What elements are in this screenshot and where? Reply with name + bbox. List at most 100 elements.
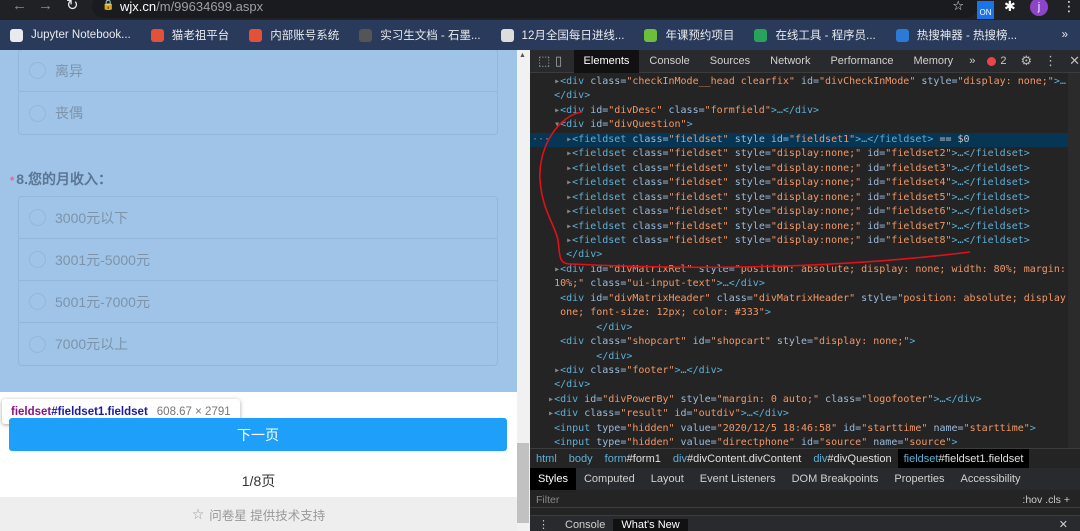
url-path: /m/99634699.aspx: [156, 0, 264, 14]
code-token: "logofooter": [861, 393, 934, 405]
radio-option[interactable]: 3001元-5000元: [19, 239, 497, 281]
bookmark-item[interactable]: 热搜神器 - 热搜榜...: [895, 27, 1018, 43]
breadcrumb-id: #fieldset1.fieldset: [938, 452, 1024, 465]
code-token: "starttime": [861, 422, 928, 434]
question-8-title: * 8.您的月收入：: [10, 169, 112, 189]
question-title-text: 8.您的月收入：: [16, 171, 112, 187]
code-token: <div: [554, 393, 585, 405]
radio-option[interactable]: 7000元以上: [19, 323, 497, 365]
tree-arrow-icon[interactable]: [530, 423, 554, 434]
code-token: </div>: [596, 350, 633, 362]
devtools-panel: ⬚ ▯ Elements Console Sources Network Perform…: [530, 49, 1080, 531]
subtab-computed[interactable]: Computed: [576, 468, 643, 490]
menu-kebab-icon[interactable]: ⋮: [1062, 0, 1076, 15]
drawer-close-icon[interactable]: ✕: [1051, 518, 1076, 531]
bookmarks-more-icon[interactable]: »: [1062, 29, 1068, 41]
tree-arrow-icon[interactable]: ▸: [530, 394, 554, 405]
breadcrumb-item[interactable]: div #divContent.divContent: [667, 449, 807, 469]
style-tools[interactable]: :hov .cls +: [1022, 490, 1070, 510]
breadcrumb-tag: body: [568, 452, 593, 465]
subtab-event-listeners[interactable]: Event Listeners: [692, 468, 784, 490]
code-token: id=: [837, 422, 862, 434]
radio-button[interactable]: [29, 209, 46, 226]
bookmark-item[interactable]: 内部账号系统: [249, 27, 339, 43]
next-page-button[interactable]: 下一页: [9, 418, 507, 451]
tree-arrow-icon[interactable]: ▸: [530, 365, 560, 376]
dom-node-line[interactable]: </div>: [530, 350, 1068, 365]
subtab-styles[interactable]: Styles: [530, 468, 576, 490]
tree-arrow-icon[interactable]: [530, 379, 554, 390]
star-icon: ☆: [191, 505, 205, 522]
profile-avatar[interactable]: j: [1030, 0, 1048, 16]
code-token: name=: [867, 437, 904, 448]
url-host: wjx.cn: [120, 0, 157, 14]
bookmark-item[interactable]: 年课预约项目: [644, 27, 734, 43]
extensions-puzzle-icon[interactable]: ✱: [1004, 0, 1016, 15]
bookmark-star-icon[interactable]: ☆: [952, 0, 964, 14]
drawer-menu-icon[interactable]: ⋮: [530, 518, 557, 531]
bookmark-favicon-icon: [895, 28, 909, 42]
radio-option[interactable]: 离异: [19, 50, 497, 92]
lock-icon: 🔒: [102, 0, 115, 11]
page-indicator: 1/8页: [241, 473, 276, 489]
breadcrumb-item[interactable]: html: [530, 449, 563, 469]
styles-pane-tabs: Styles Computed Layout Event Listeners DOM B…: [530, 468, 1080, 490]
breadcrumb-item[interactable]: div #divQuestion: [807, 449, 897, 469]
footer-text: 问卷星 提供技术支持: [209, 508, 326, 523]
bookmark-favicon-icon: [249, 28, 263, 42]
page-scrollbar-thumb[interactable]: [517, 443, 529, 523]
code-token: id=: [584, 393, 603, 405]
dom-node-line[interactable]: ▸<div class="result" id="outdiv">…</div>: [530, 407, 1068, 422]
code-token: "starttime": [963, 422, 1030, 434]
tree-arrow-icon[interactable]: [530, 437, 554, 448]
tree-arrow-icon[interactable]: ▸: [530, 408, 554, 419]
address-bar[interactable]: 🔒 wjx.cn/m/99634699.aspx ☆: [92, 0, 978, 18]
scroll-up-icon[interactable]: ▲: [519, 52, 526, 59]
bookmark-item[interactable]: Jupyter Notebook...: [10, 28, 131, 42]
styles-filter-input[interactable]: Filter:hov .cls +: [530, 490, 1080, 508]
bookmark-item[interactable]: 猫老祖平台: [150, 27, 229, 43]
breadcrumb-tag: div: [672, 452, 687, 465]
dom-node-line[interactable]: <input type="hidden" value="2020/12/5 18…: [530, 422, 1068, 437]
tree-arrow-icon[interactable]: [530, 351, 596, 362]
drawer-tab-what-s-new[interactable]: What's New: [613, 519, 688, 531]
subtab-dom-breakpoints[interactable]: DOM Breakpoints: [784, 468, 887, 490]
back-icon[interactable]: ←: [12, 0, 27, 14]
dom-node-line[interactable]: <input type="hidden" value="directphone"…: [530, 436, 1068, 448]
subtab-properties[interactable]: Properties: [886, 468, 952, 490]
code-token: "outdiv": [692, 408, 741, 420]
radio-option[interactable]: 丧偶: [19, 92, 497, 134]
radio-button[interactable]: [29, 293, 46, 310]
radio-button[interactable]: [29, 104, 46, 122]
subtab-layout[interactable]: Layout: [643, 468, 692, 490]
extension-on-badge[interactable]: ON: [977, 1, 994, 19]
dom-node-line[interactable]: ▸<div class="footer">…</div>: [530, 364, 1068, 379]
code-token: <div: [554, 408, 585, 420]
bookmark-item[interactable]: 实习生文档 - 石墨...: [359, 27, 481, 43]
tooltip-size: 608.67 × 2791: [156, 405, 231, 418]
reload-icon[interactable]: ↻: [66, 0, 79, 14]
code-token: "divPowerBy": [602, 393, 675, 405]
radio-option[interactable]: 3000元以下: [19, 197, 497, 239]
radio-option[interactable]: 5001元-7000元: [19, 281, 497, 323]
radio-button[interactable]: [29, 62, 46, 79]
radio-button[interactable]: [29, 335, 46, 353]
bookmark-item[interactable]: 在线工具 - 程序员...: [754, 27, 876, 43]
breadcrumb-item[interactable]: fieldset #fieldset1.fieldset: [897, 448, 1030, 469]
forward-icon[interactable]: →: [38, 0, 53, 14]
code-token: id=: [794, 437, 820, 448]
radio-button[interactable]: [29, 251, 46, 268]
bookmark-label: 热搜神器 - 热搜榜...: [916, 30, 1018, 42]
bookmark-item[interactable]: 12月全国每日进线...: [500, 27, 624, 43]
code-token: >…</div>: [740, 408, 789, 420]
drawer-tab-console[interactable]: Console: [557, 519, 613, 531]
breadcrumb-item[interactable]: body: [563, 449, 599, 469]
code-token: >…</div>: [674, 365, 723, 376]
dom-node-line[interactable]: </div>: [530, 378, 1068, 393]
code-token: >…</div>: [933, 393, 982, 405]
subtab-accessibility[interactable]: Accessibility: [953, 468, 1029, 490]
option-label: 离异: [55, 62, 83, 79]
dom-node-line[interactable]: ▸<div id="divPowerBy" style="margin: 0 a…: [530, 393, 1068, 408]
breadcrumb-item[interactable]: form #form1: [599, 449, 667, 469]
breadcrumb-tag: div: [813, 452, 828, 465]
